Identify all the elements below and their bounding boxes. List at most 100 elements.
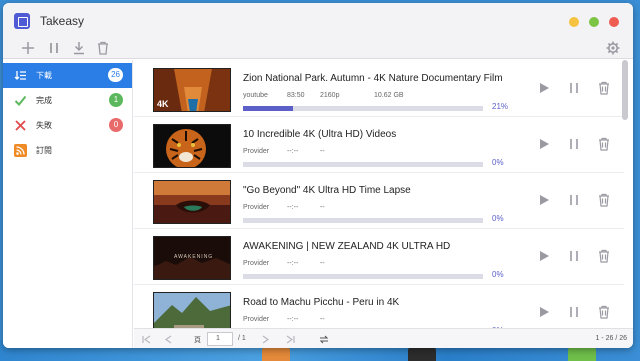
play-button[interactable] [537, 305, 551, 319]
video-thumbnail: 4K [153, 68, 231, 112]
plus-icon [22, 42, 34, 54]
app-logo-icon [14, 13, 30, 29]
sidebar-item-completed[interactable]: 完成 1 [3, 88, 132, 113]
sidebar-item-downloads[interactable]: 下載 26 [3, 63, 132, 88]
play-button[interactable] [537, 137, 551, 151]
download-item[interactable]: AWAKENING AWAKENING | NEW ZEALAND 4K ULT… [134, 229, 624, 285]
last-page-button[interactable] [285, 335, 295, 344]
thumbnail-overlay-text: AWAKENING [174, 254, 214, 260]
delete-button[interactable] [597, 249, 611, 263]
resolution-label: 2160p [320, 92, 340, 99]
play-button[interactable] [537, 249, 551, 263]
download-title: Zion National Park. Autumn - 4K Nature D… [243, 73, 503, 84]
settings-button[interactable] [606, 41, 620, 55]
provider-label: Provider [243, 148, 270, 155]
trash-icon [599, 81, 609, 95]
sidebar-item-failed[interactable]: 失敗 0 [3, 113, 132, 138]
scrollbar[interactable] [622, 60, 628, 120]
download-button[interactable] [72, 41, 86, 55]
provider-label: Provider [243, 316, 270, 323]
last-page-icon [286, 335, 295, 344]
download-item[interactable]: "Go Beyond" 4K Ultra HD Time Lapse Provi… [134, 173, 624, 229]
play-button[interactable] [537, 81, 551, 95]
first-page-button[interactable] [142, 335, 152, 344]
sidebar-item-label: 失敗 [36, 121, 52, 130]
pause-icon [570, 83, 578, 93]
thumbnail-image [154, 125, 230, 167]
prev-page-icon [164, 335, 172, 344]
video-thumbnail [153, 124, 231, 168]
progress-percent: 0% [492, 158, 504, 167]
item-range: 1 - 26 / 26 [595, 335, 627, 342]
duration-label: 83:50 [287, 92, 305, 99]
sidebar: 下載 26 完成 1 失敗 0 訂閱 [3, 60, 133, 348]
delete-button[interactable] [597, 193, 611, 207]
play-icon [540, 139, 549, 149]
gear-icon [606, 41, 620, 55]
pause-button[interactable] [567, 81, 581, 95]
failed-count-badge: 0 [109, 118, 123, 132]
progress-percent: 0% [492, 214, 504, 223]
play-icon [540, 83, 549, 93]
list-icon [14, 71, 26, 80]
download-item[interactable]: 10 Incredible 4K (Ultra HD) Videos Provi… [134, 117, 624, 173]
trash-icon [599, 249, 609, 263]
progress-bar [243, 162, 483, 167]
delete-button[interactable] [96, 41, 110, 55]
duration-label: --:-- [287, 204, 299, 211]
delete-button[interactable] [597, 81, 611, 95]
duration-label: --:-- [287, 316, 299, 323]
download-item[interactable]: 4K Zion National Park. Autumn - 4K Natur… [134, 61, 624, 117]
play-icon [540, 195, 549, 205]
app-window: Takeasy 下載 26 完成 1 失敗 0 訂閱 4K Zion Natio… [3, 3, 633, 348]
progress-percent: 21% [492, 102, 509, 111]
cross-icon [15, 120, 26, 131]
pause-button[interactable] [567, 249, 581, 263]
downloads-count-badge: 26 [108, 68, 123, 82]
delete-button[interactable] [597, 305, 611, 319]
close-button[interactable] [609, 17, 619, 27]
maximize-button[interactable] [589, 17, 599, 27]
progress-bar [243, 106, 483, 111]
resolution-label: -- [320, 148, 325, 155]
delete-button[interactable] [597, 137, 611, 151]
thumbnail-image [154, 293, 230, 328]
video-thumbnail [153, 180, 231, 224]
pause-all-button[interactable] [47, 41, 61, 55]
size-label: 10.62 GB [374, 92, 404, 99]
pause-button[interactable] [567, 305, 581, 319]
refresh-button[interactable] [319, 335, 329, 344]
pause-button[interactable] [567, 137, 581, 151]
pause-icon [570, 307, 578, 317]
next-page-button[interactable] [260, 335, 270, 344]
total-pages: / 1 [238, 335, 246, 342]
sidebar-item-subscriptions[interactable]: 訂閱 [3, 138, 132, 163]
completed-count-badge: 1 [109, 93, 123, 107]
thumbnail-image [154, 181, 230, 223]
progress-bar [243, 218, 483, 223]
download-item[interactable]: Road to Machu Picchu - Peru in 4K Provid… [134, 285, 624, 328]
prev-page-button[interactable] [164, 335, 174, 344]
refresh-icon [319, 335, 329, 344]
download-title: AWAKENING | NEW ZEALAND 4K ULTRA HD [243, 241, 451, 252]
progress-percent: 0% [492, 270, 504, 279]
resolution-label: -- [320, 204, 325, 211]
pause-button[interactable] [567, 193, 581, 207]
page-number-input[interactable]: 1 [207, 332, 233, 346]
trash-icon [599, 305, 609, 319]
download-icon [74, 42, 84, 55]
minimize-button[interactable] [569, 17, 579, 27]
play-icon [540, 307, 549, 317]
provider-label: Provider [243, 260, 270, 267]
video-thumbnail [153, 292, 231, 328]
trash-icon [98, 41, 108, 55]
check-icon [14, 95, 27, 106]
download-title: "Go Beyond" 4K Ultra HD Time Lapse [243, 185, 411, 196]
resolution-label: -- [320, 260, 325, 267]
provider-label: Provider [243, 204, 270, 211]
download-title: 10 Incredible 4K (Ultra HD) Videos [243, 129, 397, 140]
play-button[interactable] [537, 193, 551, 207]
titlebar: Takeasy [3, 3, 633, 59]
add-button[interactable] [21, 41, 35, 55]
duration-label: --:-- [287, 260, 299, 267]
